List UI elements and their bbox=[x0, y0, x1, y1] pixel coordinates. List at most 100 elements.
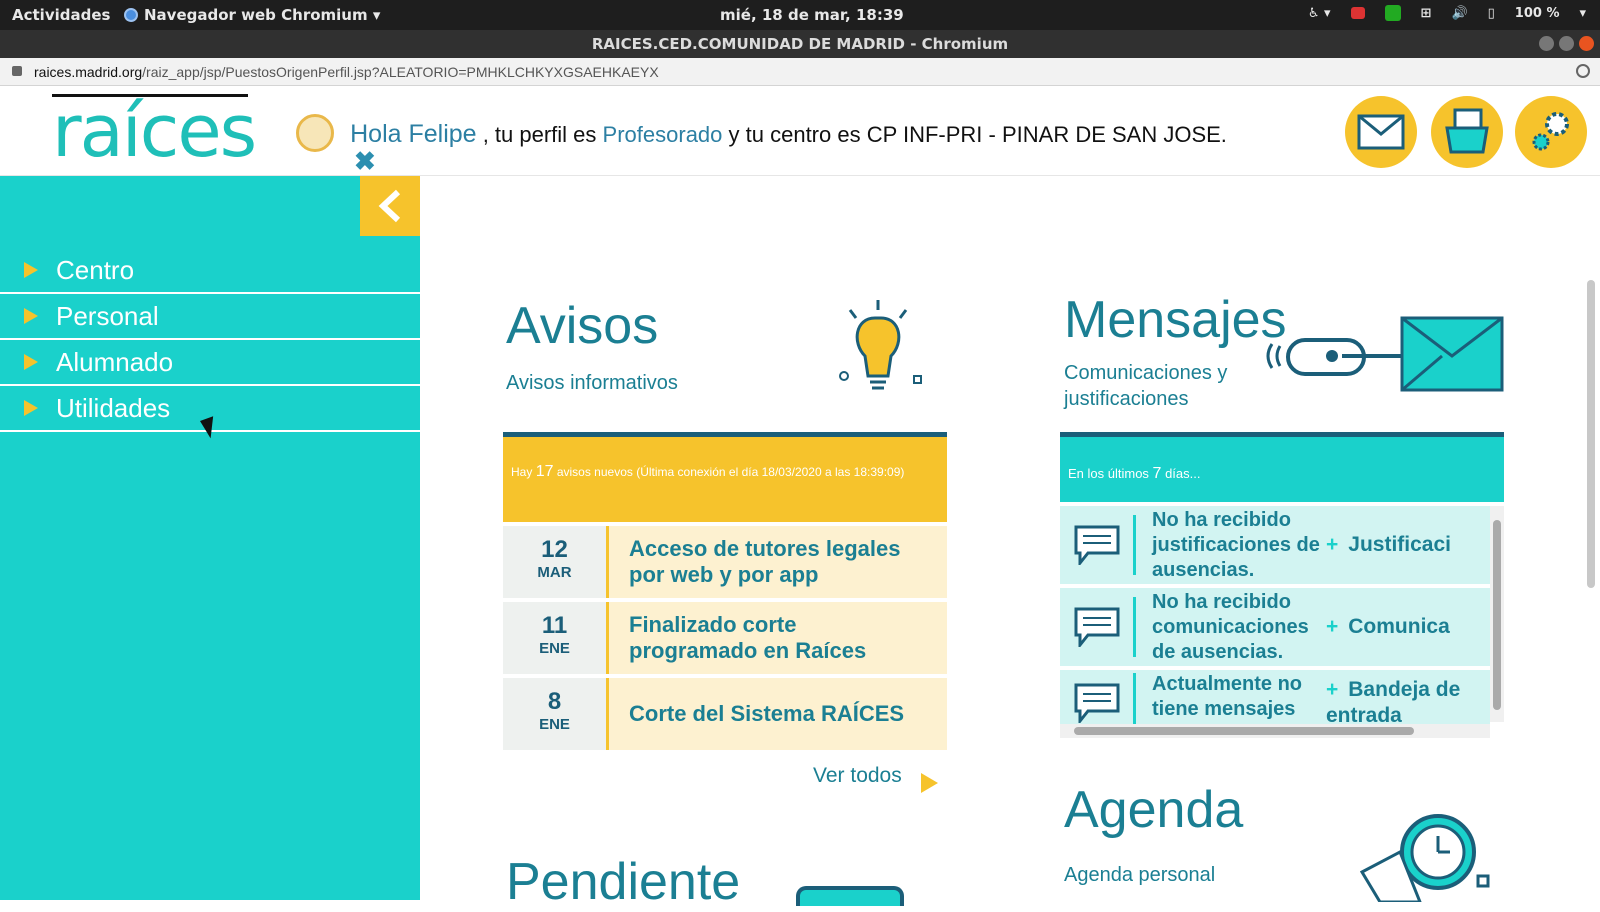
aviso-title[interactable]: Corte del Sistema RAÍCES bbox=[609, 678, 947, 750]
chat-icon bbox=[1060, 515, 1136, 575]
system-tray[interactable]: ♿ ▾ ⊞ 🔊 ▯ 100 % ▾ bbox=[1308, 5, 1586, 21]
triangle-icon bbox=[24, 400, 38, 416]
mensaje-text: No ha recibido comunicaciones de ausenci… bbox=[1152, 590, 1309, 663]
settings-button[interactable] bbox=[1515, 96, 1587, 168]
sidebar-item-label: Personal bbox=[56, 300, 159, 331]
plus-icon: + bbox=[1326, 678, 1339, 701]
url-path: /raiz_app/jsp/PuestosOrigenPerfil.jsp?AL… bbox=[142, 64, 659, 80]
sidebar-item-label: Centro bbox=[56, 254, 135, 285]
clock-icon bbox=[1360, 814, 1490, 902]
mensaje-link[interactable]: + Bandeja de entrada bbox=[1326, 677, 1490, 729]
aviso-month: ENE bbox=[539, 640, 570, 657]
lightbulb-icon bbox=[839, 300, 922, 390]
system-top-bar: Actividades Navegador web Chromium ▾ mié… bbox=[0, 0, 1600, 30]
window-title-bar: RAICES.CED.COMUNIDAD DE MADRID - Chromiu… bbox=[0, 30, 1600, 58]
triangle-icon bbox=[24, 354, 38, 370]
chevron-down-icon[interactable]: ▾ bbox=[1579, 6, 1586, 21]
aviso-item[interactable]: 12 MAR Acceso de tutores legales por web … bbox=[503, 526, 947, 598]
shield-icon bbox=[1384, 5, 1401, 21]
volume-icon: 🔊 bbox=[1451, 5, 1468, 21]
mensaje-item[interactable]: No ha recibido comunicaciones de ausenci… bbox=[1060, 588, 1490, 666]
url-text[interactable]: raices.madrid.org/raiz_app/jsp/PuestosOr… bbox=[34, 58, 659, 86]
pendiente-title: Pendiente bbox=[506, 853, 741, 911]
mensaje-link[interactable]: + Justificaci bbox=[1326, 533, 1490, 557]
collapse-sidebar-button[interactable] bbox=[360, 176, 420, 236]
avisos-subtitle: Avisos informativos bbox=[506, 372, 678, 394]
sidebar-item-personal[interactable]: Personal bbox=[0, 294, 420, 340]
mensaje-link-label: Justificaci bbox=[1348, 533, 1451, 556]
window-title: RAICES.CED.COMUNIDAD DE MADRID - Chromiu… bbox=[591, 35, 1009, 53]
logo-text: raíces bbox=[52, 89, 257, 173]
app-name: Navegador web Chromium bbox=[144, 6, 368, 24]
chromium-icon bbox=[124, 8, 138, 22]
clock[interactable]: mié, 18 de mar, 18:39 bbox=[720, 6, 904, 24]
activities-button[interactable]: Actividades bbox=[12, 6, 110, 24]
banner-text: Hay bbox=[511, 465, 533, 479]
mensajes-subtitle: Comunicaciones y justificaciones bbox=[1064, 362, 1228, 410]
see-all-link[interactable]: Ver todos bbox=[813, 764, 902, 788]
profile-link[interactable]: Profesorado bbox=[603, 122, 723, 147]
vertical-scrollbar[interactable] bbox=[1490, 506, 1504, 722]
close-icon[interactable]: ✖ bbox=[354, 146, 376, 177]
envelope-link-icon bbox=[1266, 316, 1504, 392]
avisos-title: Avisos bbox=[506, 297, 659, 355]
agenda-title: Agenda bbox=[1064, 781, 1244, 839]
horizontal-scrollbar[interactable] bbox=[1060, 724, 1490, 738]
window-controls bbox=[1539, 36, 1594, 51]
app-menu[interactable]: Navegador web Chromium ▾ bbox=[124, 6, 380, 24]
sidebar: Centro Personal Alumnado Utilidades bbox=[0, 176, 420, 900]
banner-text: días... bbox=[1165, 466, 1201, 481]
mail-icon bbox=[1357, 114, 1405, 150]
greeting-name[interactable]: Hola Felipe bbox=[350, 120, 476, 148]
page-header: raíces Hola Felipe , tu perfil es Profes… bbox=[0, 86, 1600, 176]
accessibility-icon[interactable]: ♿ ▾ bbox=[1308, 6, 1331, 21]
mensaje-link-label: Bandeja de entrada bbox=[1326, 678, 1461, 727]
avisos-banner: Hay 17 avisos nuevos (Última conexión el… bbox=[503, 432, 947, 522]
documents-button[interactable] bbox=[1431, 96, 1503, 168]
sidebar-item-label: Alumnado bbox=[56, 346, 174, 377]
address-bar[interactable]: raices.madrid.org/raiz_app/jsp/PuestosOr… bbox=[0, 58, 1600, 86]
minimize-button[interactable] bbox=[1539, 36, 1554, 51]
zoom-icon[interactable] bbox=[1576, 64, 1590, 78]
aviso-item[interactable]: 8 ENE Corte del Sistema RAÍCES bbox=[503, 678, 947, 750]
mensajes-list[interactable]: No ha recibido justificaciones de ausenc… bbox=[1060, 506, 1504, 738]
aviso-date: 12 MAR bbox=[503, 526, 609, 598]
aviso-day: 8 bbox=[547, 688, 562, 715]
page-scrollbar[interactable] bbox=[1586, 268, 1596, 598]
folder-icon bbox=[1445, 108, 1489, 154]
chevron-left-icon bbox=[378, 189, 401, 223]
play-icon[interactable] bbox=[921, 773, 938, 793]
lock-icon[interactable] bbox=[12, 66, 22, 76]
mail-button[interactable] bbox=[1345, 96, 1417, 168]
aviso-date: 11 ENE bbox=[503, 602, 609, 674]
maximize-button[interactable] bbox=[1559, 36, 1574, 51]
agenda-subtitle: Agenda personal bbox=[1064, 864, 1216, 886]
mensaje-link[interactable]: + Comunica bbox=[1326, 615, 1490, 639]
url-domain: raices.madrid.org bbox=[34, 64, 143, 80]
network-icon: ⊞ bbox=[1420, 5, 1432, 21]
aviso-title[interactable]: Acceso de tutores legales por web y por … bbox=[609, 526, 947, 598]
days-count: 7 bbox=[1152, 465, 1162, 482]
chat-icon bbox=[1060, 597, 1136, 657]
battery-icon: ▯ bbox=[1487, 5, 1495, 21]
sidebar-item-alumnado[interactable]: Alumnado bbox=[0, 340, 420, 386]
pendiente-icon bbox=[796, 886, 904, 906]
mensaje-item[interactable]: No ha recibido justificaciones de ausenc… bbox=[1060, 506, 1490, 584]
triangle-icon bbox=[24, 308, 38, 324]
battery-level: 100 % bbox=[1514, 5, 1560, 21]
gear-icon bbox=[1532, 112, 1569, 151]
aviso-title[interactable]: Finalizado corte programado en Raíces bbox=[609, 602, 947, 674]
plus-icon: + bbox=[1326, 533, 1339, 556]
sidebar-menu: Centro Personal Alumnado Utilidades bbox=[0, 248, 420, 432]
raices-logo[interactable]: raíces bbox=[52, 89, 257, 173]
aviso-day: 12 bbox=[541, 536, 568, 563]
close-window-button[interactable] bbox=[1579, 36, 1594, 51]
aviso-item[interactable]: 11 ENE Finalizado corte programado en Raí… bbox=[503, 602, 947, 674]
aviso-date: 8 ENE bbox=[503, 678, 609, 750]
avisos-panel: Hay 17 avisos nuevos (Última conexión el… bbox=[503, 432, 947, 750]
new-count: 17 bbox=[535, 463, 554, 480]
aviso-month: MAR bbox=[537, 564, 572, 581]
user-icon bbox=[296, 114, 334, 152]
sidebar-item-centro[interactable]: Centro bbox=[0, 248, 420, 294]
camera-icon bbox=[1350, 7, 1365, 19]
